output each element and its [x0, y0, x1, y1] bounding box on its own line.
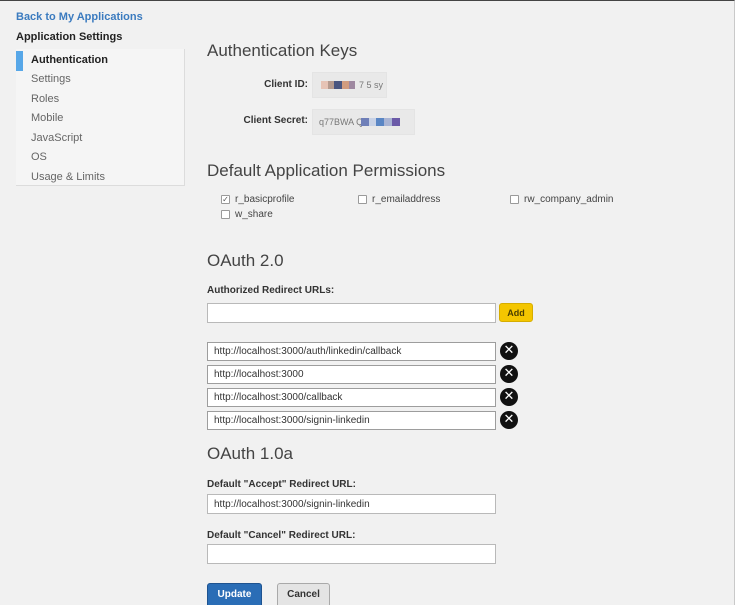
redaction-block: [334, 81, 342, 89]
remove-url-icon[interactable]: ✕: [500, 365, 518, 383]
redaction-block: [369, 118, 376, 126]
sidebar-item-mobile[interactable]: Mobile: [16, 109, 185, 128]
permission-label: r_emailaddress: [372, 194, 441, 205]
remove-url-icon[interactable]: ✕: [500, 411, 518, 429]
back-to-applications-link[interactable]: Back to My Applications: [16, 11, 143, 23]
redaction-block: [392, 118, 400, 126]
sidebar-item-javascript[interactable]: JavaScript: [16, 129, 185, 148]
permission-label: r_basicprofile: [235, 194, 295, 205]
redirect-url-field[interactable]: http://localhost:3000/auth/linkedin/call…: [207, 342, 496, 361]
client-id-text: 7 5 sy k: [359, 80, 384, 90]
redaction-block: [384, 118, 392, 126]
permission-label: w_share: [235, 209, 273, 220]
checkbox-icon[interactable]: [358, 195, 367, 204]
update-button[interactable]: Update: [207, 583, 262, 605]
redirect-url-field[interactable]: http://localhost:3000: [207, 365, 496, 384]
authentication-keys-heading: Authentication Keys: [207, 41, 358, 60]
settings-sidebar: Authentication Settings Roles Mobile Jav…: [16, 49, 185, 186]
oauth1-heading: OAuth 1.0a: [207, 444, 294, 463]
sidebar-item-os[interactable]: OS: [16, 148, 185, 167]
redaction-block: [321, 81, 328, 89]
redirect-url-field[interactable]: http://localhost:3000/signin-linkedin: [207, 411, 496, 430]
permission-rw-company-admin[interactable]: rw_company_admin: [510, 194, 614, 207]
permission-r-emailaddress[interactable]: r_emailaddress: [358, 194, 440, 207]
checkbox-icon[interactable]: [510, 195, 519, 204]
redirect-url-field[interactable]: http://localhost:3000/callback: [207, 388, 496, 407]
permission-w-share[interactable]: w_share: [221, 209, 273, 222]
client-id-label: Client ID:: [264, 79, 308, 90]
client-secret-text: q77BWA Q: [319, 117, 364, 127]
cancel-button[interactable]: Cancel: [277, 583, 330, 605]
permissions-heading: Default Application Permissions: [207, 161, 446, 180]
permission-label: rw_company_admin: [524, 194, 614, 205]
redaction-block: [349, 81, 355, 89]
new-redirect-url-input[interactable]: [207, 303, 496, 323]
application-settings-title: Application Settings: [16, 31, 123, 43]
client-id-value: 7 5 sy k: [312, 72, 387, 98]
add-redirect-url-button[interactable]: Add: [499, 303, 533, 322]
client-secret-value: q77BWA Q: [312, 109, 415, 135]
accept-redirect-url-label: Default "Accept" Redirect URL:: [207, 479, 356, 490]
oauth2-heading: OAuth 2.0: [207, 251, 284, 270]
accept-redirect-url-input[interactable]: [207, 494, 496, 514]
redaction-block: [361, 118, 369, 126]
client-secret-label: Client Secret:: [243, 115, 308, 126]
sidebar-item-roles[interactable]: Roles: [16, 90, 185, 109]
cancel-redirect-url-input[interactable]: [207, 544, 496, 564]
app-window: Back to My Applications Application Sett…: [0, 0, 735, 605]
sidebar-item-authentication[interactable]: Authentication: [16, 51, 185, 71]
authorized-redirect-urls-label: Authorized Redirect URLs:: [207, 285, 335, 296]
checkbox-checked-icon[interactable]: ✓: [221, 195, 230, 204]
checkbox-icon[interactable]: [221, 210, 230, 219]
cancel-redirect-url-label: Default "Cancel" Redirect URL:: [207, 530, 356, 541]
sidebar-item-usage-limits[interactable]: Usage & Limits: [16, 168, 185, 187]
sidebar-item-settings[interactable]: Settings: [16, 70, 185, 89]
permission-r-basicprofile[interactable]: ✓ r_basicprofile: [221, 194, 294, 207]
redaction-block: [376, 118, 384, 126]
remove-url-icon[interactable]: ✕: [500, 342, 518, 360]
redaction-block: [342, 81, 349, 89]
remove-url-icon[interactable]: ✕: [500, 388, 518, 406]
